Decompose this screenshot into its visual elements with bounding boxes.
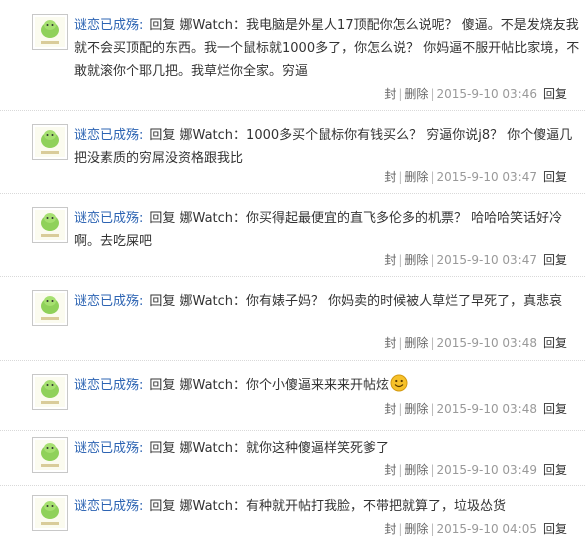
ban-link[interactable]: 封	[384, 463, 396, 477]
reply-text: 谜恋已成殇: 回复 娜Watch：你买得起最便宜的直飞多伦多的机票？ 哈哈哈笑话好…	[74, 207, 584, 253]
separator: ：	[233, 211, 247, 226]
separator: ：	[233, 499, 247, 514]
reply-label: 回复	[149, 441, 176, 456]
reply-item: 谜恋已成殇: 回复 娜Watch：就你这种傻逼样笑死爹了 封 | 删除 | 2015-9-…	[0, 423, 585, 486]
reply-list: 谜恋已成殇: 回复 娜Watch：我电脑是外星人17顶配你怎么说呢？ 傻逼。不是发…	[0, 0, 585, 541]
smiley-icon	[390, 374, 408, 400]
reply-meta: 封 | 删除 | 2015-9-10 03:48 回复	[384, 402, 567, 416]
reply-button[interactable]: 回复	[543, 522, 567, 536]
target-user: 娜Watch	[179, 18, 234, 33]
avatar-turtle-icon	[35, 17, 65, 47]
reply-label: 回复	[149, 499, 176, 514]
reply-button[interactable]: 回复	[543, 170, 567, 184]
ban-link[interactable]: 封	[384, 253, 396, 267]
reply-label: 回复	[149, 378, 176, 393]
reply-label: 回复	[149, 18, 176, 33]
timestamp: 2015-9-10 03:47	[436, 253, 537, 267]
reply-item: 谜恋已成殇: 回复 娜Watch：有种就开帖打我脸，不带把就算了，垃圾怂货 封 | 删…	[0, 485, 585, 541]
timestamp: 2015-9-10 03:49	[436, 463, 537, 477]
separator: ：	[233, 128, 247, 143]
reply-item: 谜恋已成殇: 回复 娜Watch：你个小傻逼来来来开帖炫 封 | 删除 | 2015-9-…	[0, 360, 585, 431]
reply-button[interactable]: 回复	[543, 463, 567, 477]
target-user: 娜Watch	[179, 378, 234, 393]
username-link[interactable]: 谜恋已成殇:	[74, 294, 143, 309]
reply-meta: 封 | 删除 | 2015-9-10 03:47 回复	[384, 253, 567, 267]
timestamp: 2015-9-10 03:48	[436, 336, 537, 350]
delete-link[interactable]: 删除	[404, 336, 428, 350]
delete-link[interactable]: 删除	[404, 253, 428, 267]
reply-button[interactable]: 回复	[543, 336, 567, 350]
ban-link[interactable]: 封	[384, 522, 396, 536]
username-link[interactable]: 谜恋已成殇:	[74, 18, 143, 33]
reply-content: 你买得起最便宜的直飞多伦多的机票？ 哈哈哈笑话好冷啊。去吃屎吧	[74, 211, 563, 249]
avatar[interactable]	[32, 290, 68, 326]
ban-link[interactable]: 封	[384, 170, 396, 184]
reply-content: 你有婊子妈？ 你妈卖的时候被人草烂了早死了，真悲哀	[246, 294, 563, 309]
timestamp: 2015-9-10 03:47	[436, 170, 537, 184]
target-user: 娜Watch	[179, 128, 234, 143]
reply-text: 谜恋已成殇: 回复 娜Watch：1000多买个鼠标你有钱买么？ 穷逼你说j8？ …	[74, 124, 584, 170]
timestamp: 2015-9-10 03:46	[436, 87, 537, 101]
delete-link[interactable]: 删除	[404, 87, 428, 101]
reply-item: 谜恋已成殇: 回复 娜Watch：我电脑是外星人17顶配你怎么说呢？ 傻逼。不是发…	[0, 0, 585, 111]
reply-content: 有种就开帖打我脸，不带把就算了，垃圾怂货	[246, 499, 507, 514]
reply-meta: 封 | 删除 | 2015-9-10 04:05 回复	[384, 522, 567, 536]
username-link[interactable]: 谜恋已成殇:	[74, 441, 143, 456]
delete-link[interactable]: 删除	[404, 522, 428, 536]
delete-link[interactable]: 删除	[404, 402, 428, 416]
reply-item: 谜恋已成殇: 回复 娜Watch：你有婊子妈？ 你妈卖的时候被人草烂了早死了，真悲…	[0, 276, 585, 361]
delete-link[interactable]: 删除	[404, 170, 428, 184]
target-user: 娜Watch	[179, 211, 234, 226]
avatar-turtle-icon	[35, 377, 65, 407]
avatar[interactable]	[32, 374, 68, 410]
username-link[interactable]: 谜恋已成殇:	[74, 211, 143, 226]
timestamp: 2015-9-10 04:05	[436, 522, 537, 536]
separator: ：	[233, 18, 247, 33]
reply-button[interactable]: 回复	[543, 402, 567, 416]
separator: ：	[233, 378, 247, 393]
avatar[interactable]	[32, 495, 68, 531]
reply-item: 谜恋已成殇: 回复 娜Watch：你买得起最便宜的直飞多伦多的机票？ 哈哈哈笑话好…	[0, 193, 585, 277]
separator: ：	[233, 294, 247, 309]
ban-link[interactable]: 封	[384, 336, 396, 350]
separator: ：	[233, 441, 247, 456]
ban-link[interactable]: 封	[384, 87, 396, 101]
target-user: 娜Watch	[179, 499, 234, 514]
username-link[interactable]: 谜恋已成殇:	[74, 378, 143, 393]
avatar-turtle-icon	[35, 498, 65, 528]
target-user: 娜Watch	[179, 441, 234, 456]
delete-link[interactable]: 删除	[404, 463, 428, 477]
reply-text: 谜恋已成殇: 回复 娜Watch：就你这种傻逼样笑死爹了	[74, 437, 584, 460]
username-link[interactable]: 谜恋已成殇:	[74, 499, 143, 514]
username-link[interactable]: 谜恋已成殇:	[74, 128, 143, 143]
avatar-turtle-icon	[35, 440, 65, 470]
avatar[interactable]	[32, 437, 68, 473]
timestamp: 2015-9-10 03:48	[436, 402, 537, 416]
avatar[interactable]	[32, 124, 68, 160]
reply-text: 谜恋已成殇: 回复 娜Watch：我电脑是外星人17顶配你怎么说呢？ 傻逼。不是发…	[74, 14, 584, 83]
reply-text: 谜恋已成殇: 回复 娜Watch：你个小傻逼来来来开帖炫	[74, 374, 584, 400]
reply-meta: 封 | 删除 | 2015-9-10 03:48 回复	[384, 336, 567, 350]
reply-label: 回复	[149, 211, 176, 226]
reply-label: 回复	[149, 128, 176, 143]
avatar-turtle-icon	[35, 210, 65, 240]
reply-meta: 封 | 删除 | 2015-9-10 03:46 回复	[384, 87, 567, 101]
reply-item: 谜恋已成殇: 回复 娜Watch：1000多买个鼠标你有钱买么？ 穷逼你说j8？ …	[0, 110, 585, 194]
reply-meta: 封 | 删除 | 2015-9-10 03:49 回复	[384, 463, 567, 477]
reply-button[interactable]: 回复	[543, 87, 567, 101]
reply-text: 谜恋已成殇: 回复 娜Watch：有种就开帖打我脸，不带把就算了，垃圾怂货	[74, 495, 584, 518]
target-user: 娜Watch	[179, 294, 234, 309]
ban-link[interactable]: 封	[384, 402, 396, 416]
avatar-turtle-icon	[35, 127, 65, 157]
avatar[interactable]	[32, 207, 68, 243]
reply-label: 回复	[149, 294, 176, 309]
reply-button[interactable]: 回复	[543, 253, 567, 267]
avatar[interactable]	[32, 14, 68, 50]
avatar-turtle-icon	[35, 293, 65, 323]
reply-text: 谜恋已成殇: 回复 娜Watch：你有婊子妈？ 你妈卖的时候被人草烂了早死了，真悲…	[74, 290, 584, 313]
reply-content: 你个小傻逼来来来开帖炫	[246, 378, 390, 393]
reply-content: 就你这种傻逼样笑死爹了	[246, 441, 390, 456]
reply-meta: 封 | 删除 | 2015-9-10 03:47 回复	[384, 170, 567, 184]
